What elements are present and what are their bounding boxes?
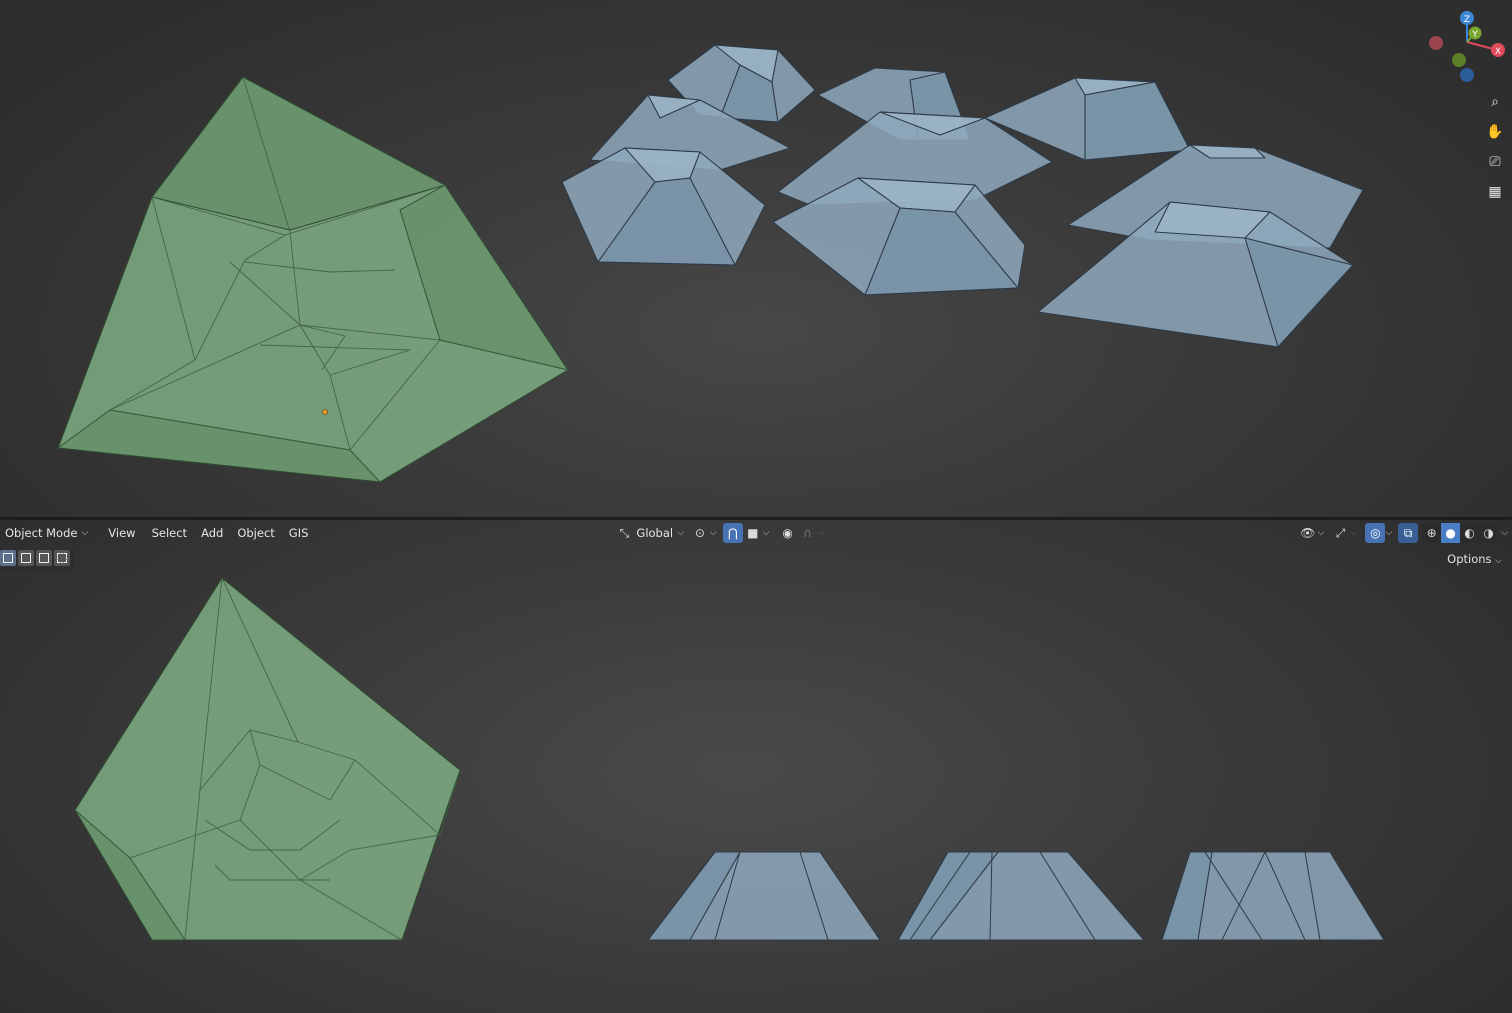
menu-view[interactable]: View: [102, 522, 141, 544]
object-origin-dot: [322, 409, 328, 415]
select-extend-icon[interactable]: [18, 550, 34, 566]
proportional-edit-icon[interactable]: ◉: [778, 523, 798, 543]
transform-orientation-icon: ⤡: [619, 525, 630, 540]
viewport-top-scene: [57, 44, 1364, 483]
menu-select[interactable]: Select: [146, 522, 193, 544]
viewport-header: Object Mode ⌵ View Select Add Object GIS…: [0, 521, 1512, 545]
pivot-point-icon[interactable]: ⊙: [690, 523, 710, 543]
neg-z-axis-handle: [1460, 68, 1474, 82]
chevron-down-icon: ⌵: [1501, 528, 1508, 538]
zoom-icon[interactable]: ⌕: [1483, 90, 1507, 114]
snap-target-icon[interactable]: ■: [743, 523, 763, 543]
perspective-grid-icon[interactable]: ▦: [1483, 180, 1507, 204]
chevron-down-icon: ⌵: [709, 528, 717, 538]
chevron-down-icon: ⌵: [1495, 556, 1502, 566]
falloff-curve-icon[interactable]: ∩: [798, 523, 818, 543]
material-shading-icon[interactable]: ◐: [1460, 523, 1479, 543]
z-axis-label: Z: [1464, 15, 1470, 25]
mode-label: Object Mode: [5, 526, 78, 540]
chevron-down-icon: ⌵: [1350, 528, 1358, 538]
viewport-bottom[interactable]: [0, 520, 1512, 1013]
camera-icon[interactable]: ⎚: [1483, 150, 1507, 174]
navigation-gizmo[interactable]: Z X Y: [1422, 8, 1512, 88]
shading-mode-group: ⊕ ● ◐ ◑: [1422, 523, 1499, 543]
pan-hand-icon[interactable]: ✋: [1483, 120, 1507, 144]
chevron-down-icon: ⌵: [1317, 528, 1325, 538]
gizmo-toggle-icon[interactable]: ⤢: [1331, 523, 1351, 543]
xray-toggle-icon[interactable]: ⧉: [1398, 523, 1419, 543]
overlays-icon[interactable]: ◎: [1365, 523, 1386, 543]
visibility-eye-icon[interactable]: 👁: [1298, 523, 1318, 543]
chevron-down-icon: ⌵: [817, 528, 825, 538]
neg-y-axis-handle: [1452, 53, 1466, 67]
frustum-objects-bottom[interactable]: [647, 851, 1385, 941]
snap-magnet-icon[interactable]: ⋂: [722, 523, 743, 543]
menu-add[interactable]: Add: [195, 522, 229, 544]
menu-gis[interactable]: GIS: [283, 522, 315, 544]
select-invert-icon[interactable]: [54, 550, 70, 566]
selected-object-mesh-side-view[interactable]: [74, 577, 461, 941]
x-axis-label: X: [1495, 47, 1501, 57]
options-label: Options: [1447, 552, 1492, 566]
menu-object[interactable]: Object: [231, 522, 280, 544]
viewport-bottom-scene: [74, 577, 1385, 941]
options-dropdown[interactable]: Options ⌵: [1441, 549, 1508, 570]
selection-mode-group: [0, 549, 74, 571]
mode-selector[interactable]: Object Mode ⌵: [0, 522, 94, 544]
select-new-icon[interactable]: [0, 550, 16, 566]
rendered-shading-icon[interactable]: ◑: [1479, 523, 1498, 543]
orientation-selector[interactable]: Global ⌵: [634, 522, 690, 544]
frustum-objects-top[interactable]: [561, 44, 1364, 348]
wireframe-shading-icon[interactable]: ⊕: [1422, 523, 1441, 543]
orientation-label: Global: [636, 526, 674, 540]
selected-object-mesh[interactable]: [57, 76, 569, 483]
solid-shading-icon[interactable]: ●: [1441, 523, 1461, 543]
frustum-side-face: [1084, 81, 1191, 161]
viewport-top[interactable]: Z X Y ⌕ ✋ ⎚ ▦: [0, 0, 1512, 518]
neg-x-axis-handle: [1429, 36, 1443, 50]
select-subtract-icon[interactable]: [36, 550, 52, 566]
y-axis-label: Y: [1471, 30, 1478, 40]
chevron-down-icon: ⌵: [677, 528, 684, 538]
chevron-down-icon: ⌵: [81, 528, 89, 538]
chevron-down-icon: ⌵: [1385, 528, 1393, 538]
chevron-down-icon: ⌵: [762, 528, 770, 538]
